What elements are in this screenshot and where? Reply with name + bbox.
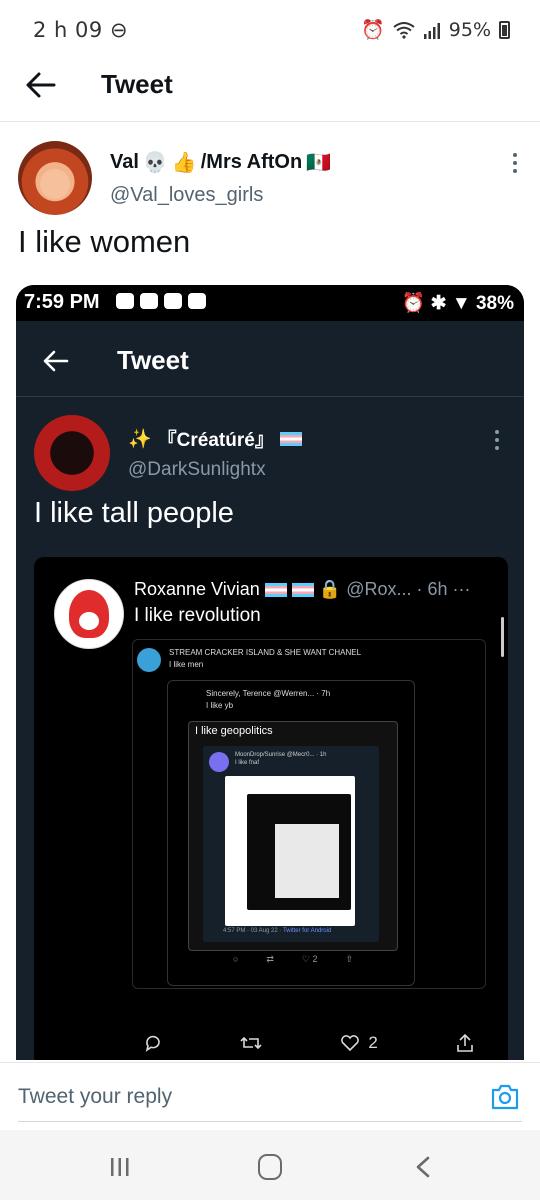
nested-level5: I like geopolitics MoonDrop/Sunrise @Mec… xyxy=(188,721,398,964)
reply-input[interactable]: Tweet your reply xyxy=(18,1085,172,1109)
level5-share-icon: ⇧ xyxy=(345,954,353,964)
nested-name-row: Roxanne Vivian 🔒 @Rox... · 6h ··· xyxy=(134,579,470,600)
level5-actions: ○ ⇄ ♡ 2 ⇧ xyxy=(233,954,353,965)
level3-text: I like men xyxy=(169,660,204,669)
like-count: 2 xyxy=(368,1033,378,1052)
nested-level7 xyxy=(225,776,355,926)
reply-divider xyxy=(18,1121,522,1122)
notification-icons xyxy=(116,293,206,309)
battery-icon xyxy=(499,20,510,39)
nested-level3: STREAM CRACKER ISLAND & SHE WANT CHANEL … xyxy=(132,639,486,989)
nav-back-icon[interactable] xyxy=(412,1155,434,1179)
reply-icon xyxy=(145,1035,160,1052)
like-action: 2 xyxy=(340,1033,378,1053)
nested-action-bar: 2 xyxy=(144,1033,474,1053)
home-icon[interactable] xyxy=(258,1154,282,1180)
app-header: Tweet xyxy=(0,56,540,122)
level6-meta-time: 4:57 PM · 03 Aug 22 · xyxy=(223,928,282,934)
tweet-text: I like women xyxy=(18,224,191,259)
author-name: Val xyxy=(110,151,139,173)
signal-icon xyxy=(423,22,440,39)
fox-avatar xyxy=(54,579,124,649)
image-author-handle: @DarkSunlightx xyxy=(128,459,266,480)
skull-emoji-icon: 💀 xyxy=(142,152,168,174)
image-status-icons: ⏰ ✱ ▼ xyxy=(401,293,471,314)
author-name-row[interactable]: Val 💀 👍 /Mrs AftOn 🇲🇽 xyxy=(110,150,331,175)
heart-icon xyxy=(341,1035,360,1052)
mexico-flag-icon: 🇲🇽 xyxy=(306,152,332,174)
trans-flag-icon xyxy=(291,582,314,597)
level6-avatar xyxy=(209,752,229,772)
author-handle[interactable]: @Val_loves_girls xyxy=(110,184,263,207)
level5-like: ♡ 2 xyxy=(301,954,318,964)
alarm-icon: ⏰ xyxy=(361,19,385,41)
image-header: Tweet xyxy=(16,321,524,397)
image-header-title: Tweet xyxy=(117,345,189,375)
nested-level8 xyxy=(247,794,351,910)
reply-bar: Tweet your reply xyxy=(0,1062,540,1126)
level4-name: Sincerely, Terence @Werren... · 7h xyxy=(206,689,331,698)
image-tweet-text: I like tall people xyxy=(34,497,234,529)
author-name-suffix: /Mrs AftOn xyxy=(200,151,303,173)
image-author-avatar xyxy=(34,415,110,491)
scroll-indicator xyxy=(501,617,504,657)
image-battery: 38% xyxy=(475,293,514,314)
image-author-name: 『Créatúré』 xyxy=(157,430,274,451)
nested-level6: MoonDrop/Sunrise @Mecr0... · 1h I like f… xyxy=(203,746,379,942)
fox-icon xyxy=(69,590,109,638)
camera-icon[interactable] xyxy=(490,1083,520,1111)
status-time: 2 h 09 xyxy=(33,18,103,42)
android-nav-bar xyxy=(0,1130,540,1200)
sparkles-icon: ✨ xyxy=(128,428,152,450)
image-status-bar: 7:59 PM ⏰ ✱ ▼ 38% xyxy=(16,285,524,321)
level3-avatar xyxy=(137,648,161,672)
thumbs-up-emoji-icon: 👍 xyxy=(171,152,197,174)
nested-more-icon: ··· xyxy=(452,579,471,599)
level6-meta: 4:57 PM · 03 Aug 22 · Twitter for Androi… xyxy=(223,928,331,934)
image-author-name-row: ✨ 『Créatúré』 xyxy=(128,425,302,452)
level6-meta-app: Twitter for Android xyxy=(282,928,332,934)
dnd-icon: ⊖ xyxy=(109,18,129,42)
level5-retweet-icon: ⇄ xyxy=(266,954,274,964)
recents-icon[interactable] xyxy=(108,1156,132,1178)
nested-handle: @Rox... · 6h xyxy=(346,579,448,599)
image-status-time: 7:59 PM xyxy=(24,291,100,313)
nested-level9 xyxy=(275,824,339,898)
wifi-icon xyxy=(393,21,415,39)
trans-flag-icon xyxy=(264,582,287,597)
status-bar: 2 h 09 ⊖ ⏰ 95% xyxy=(0,0,540,56)
avatar-face xyxy=(40,169,70,199)
level3-name: STREAM CRACKER ISLAND & SHE WANT CHANEL xyxy=(169,648,362,657)
more-options-icon[interactable] xyxy=(512,152,518,174)
level6-name: MoonDrop/Sunrise @Mecr0... · 1h xyxy=(235,752,327,758)
page-title: Tweet xyxy=(101,69,173,99)
level6-text: I like fnaf xyxy=(235,760,260,766)
image-more-icon xyxy=(495,430,499,450)
back-arrow-icon[interactable] xyxy=(24,68,58,102)
author-avatar[interactable] xyxy=(18,141,92,215)
trans-flag-icon xyxy=(279,431,302,446)
level4-text: I like yb xyxy=(206,701,234,710)
level5-text: I like geopolitics xyxy=(195,725,273,737)
nested-name: Roxanne Vivian xyxy=(134,579,260,599)
nested-level4: Sincerely, Terence @Werren... · 7h I lik… xyxy=(167,680,415,986)
level5-reply-icon: ○ xyxy=(233,954,239,964)
retweet-icon xyxy=(240,1036,262,1050)
share-icon xyxy=(457,1033,473,1052)
level5-like-count: 2 xyxy=(312,954,318,964)
nested-text: I like revolution xyxy=(134,605,261,626)
nested-screenshot: Roxanne Vivian 🔒 @Rox... · 6h ··· I like… xyxy=(34,557,508,1060)
tweet-image[interactable]: 7:59 PM ⏰ ✱ ▼ 38% Tweet ✨ 『Créatúré』 @Da… xyxy=(16,285,524,1060)
lock-icon: 🔒 xyxy=(318,579,342,599)
battery-percent: 95% xyxy=(448,18,491,41)
image-back-arrow-icon xyxy=(43,350,69,372)
